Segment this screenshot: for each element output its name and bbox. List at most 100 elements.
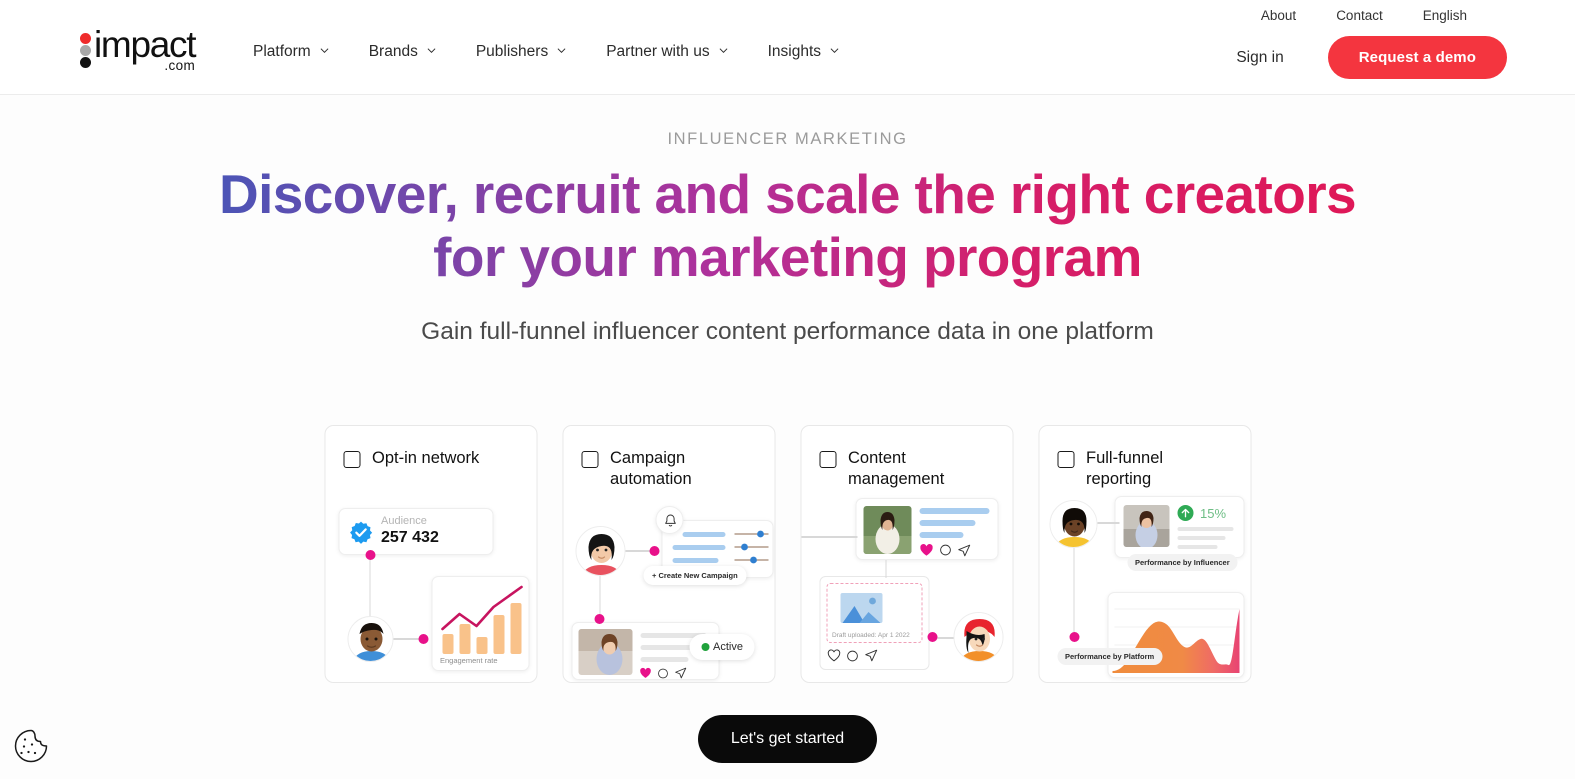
nav-item-brands[interactable]: Brands	[369, 43, 436, 61]
nav-item-partner-with-us[interactable]: Partner with us	[606, 43, 728, 61]
feature-card-opt-in-network[interactable]: Opt-in network Audience 257 432 Engageme…	[324, 425, 537, 683]
heart-icon[interactable]	[639, 667, 651, 679]
logo-dot-black	[80, 57, 91, 68]
placeholder-bar	[1177, 527, 1233, 531]
header-actions: Sign in Request a demo	[1236, 36, 1507, 79]
performance-area-chart	[1112, 608, 1239, 673]
card-checkbox[interactable]	[581, 451, 598, 468]
placeholder-bar	[672, 545, 725, 550]
audience-label: Audience	[381, 515, 427, 527]
social-actions	[919, 543, 970, 557]
logo-text-group: impact .com	[94, 26, 196, 73]
card-title: Full-funnel reporting	[1086, 449, 1164, 489]
card-checkbox[interactable]	[1057, 451, 1074, 468]
card-header: Full-funnel reporting	[1039, 426, 1250, 491]
metric-value: 15%	[1200, 505, 1227, 521]
hero-headline: Discover, recruit and scale the right cr…	[188, 163, 1388, 288]
card-checkbox[interactable]	[343, 451, 360, 468]
utility-link-about[interactable]: About	[1261, 8, 1296, 23]
comment-icon[interactable]	[657, 668, 668, 679]
hero-eyebrow: INFLUENCER MARKETING	[667, 130, 908, 148]
request-demo-button[interactable]: Request a demo	[1327, 36, 1507, 79]
chevron-down-icon	[320, 46, 329, 55]
draft-dashed-frame: Draft uploaded: Apr 1 2022	[826, 583, 922, 643]
avatar-creator	[1049, 500, 1097, 548]
feature-card-campaign-automation[interactable]: Campaign automation + Create New Campaig…	[562, 425, 775, 683]
feature-card-full-funnel-reporting[interactable]: Full-funnel reporting 15% Performance by…	[1038, 425, 1251, 683]
published-post-card	[855, 498, 998, 560]
nav-item-label: Brands	[368, 43, 418, 60]
utility-nav: About Contact English	[1261, 0, 1575, 30]
post-thumbnail	[578, 629, 632, 675]
card-header: Content management	[801, 426, 1012, 491]
engagement-rate-chart-card: Engagement rate	[431, 576, 529, 671]
language-selector[interactable]: English	[1423, 8, 1467, 23]
send-icon[interactable]	[674, 667, 686, 679]
placeholder-bar	[682, 532, 725, 537]
placeholder-bar	[1177, 536, 1225, 540]
impact-logo[interactable]: impact .com	[80, 26, 196, 73]
performance-by-influencer-label: Performance by Influencer	[1127, 554, 1238, 571]
sign-in-link[interactable]: Sign in	[1236, 49, 1283, 67]
arrow-up-badge-icon	[1177, 505, 1193, 521]
performance-by-platform-label: Performance by Platform	[1057, 648, 1163, 665]
cookie-icon	[14, 729, 48, 763]
send-icon[interactable]	[864, 649, 877, 662]
send-icon[interactable]	[957, 544, 970, 557]
nav-item-label: Platform	[253, 43, 311, 60]
lets-get-started-button[interactable]: Let's get started	[697, 715, 878, 763]
performance-by-platform-chart-card	[1107, 592, 1244, 678]
node-dot	[594, 614, 604, 624]
card-header: Campaign automation	[563, 426, 774, 491]
node-dot	[649, 546, 659, 556]
cookie-consent-button[interactable]	[12, 727, 50, 765]
image-placeholder-icon	[840, 593, 882, 623]
comment-icon[interactable]	[846, 650, 858, 662]
nav-item-label: Publishers	[475, 43, 549, 60]
nav-item-label: Insights	[767, 43, 822, 60]
placeholder-bar	[672, 558, 718, 563]
logo-dots	[80, 33, 91, 68]
status-badge-active: Active	[689, 634, 755, 660]
card-checkbox[interactable]	[819, 451, 836, 468]
draft-post-card: Draft uploaded: Apr 1 2022	[819, 576, 929, 670]
connector-line	[885, 560, 887, 578]
post-thumbnail	[863, 506, 911, 554]
cta-section: Let's get started	[0, 715, 1575, 763]
chevron-down-icon	[427, 46, 436, 55]
nav-item-insights[interactable]: Insights	[768, 43, 839, 61]
card-illustration-campaign-automation: + Create New Campaign Active	[563, 488, 774, 682]
heart-icon[interactable]	[827, 649, 840, 662]
audience-stat-card: Audience 257 432	[338, 508, 493, 555]
site-header: About Contact English impact .com Platfo…	[0, 0, 1575, 95]
draft-uploaded-label: Draft uploaded: Apr 1 2022	[832, 632, 910, 639]
avatar-creator	[953, 612, 1003, 662]
status-badge-label: Active	[713, 641, 743, 653]
avatar-creator	[347, 616, 393, 662]
placeholder-bar	[919, 508, 989, 514]
connector-line	[625, 550, 651, 552]
heart-icon[interactable]	[919, 543, 933, 557]
chevron-down-icon	[719, 46, 728, 55]
performance-by-influencer-card: 15%	[1114, 496, 1244, 558]
card-illustration-full-funnel-reporting: 15% Performance by Influencer Performanc…	[1039, 488, 1250, 682]
comment-icon[interactable]	[939, 544, 951, 556]
create-new-campaign-button[interactable]: + Create New Campaign	[643, 566, 747, 585]
placeholder-bar	[919, 532, 963, 538]
nav-item-publishers[interactable]: Publishers	[476, 43, 566, 61]
logo-dot-red	[80, 33, 91, 44]
placeholder-bar	[1177, 545, 1217, 549]
node-dot	[365, 550, 375, 560]
chevron-down-icon	[557, 46, 566, 55]
audience-value: 257 432	[381, 529, 439, 546]
social-actions	[639, 667, 686, 679]
connector-line	[369, 558, 371, 618]
avatar-creator	[575, 526, 625, 576]
connector-line	[801, 536, 857, 538]
feature-card-content-management[interactable]: Content management Draft uploaded: Apr 1…	[800, 425, 1013, 683]
node-dot	[1069, 632, 1079, 642]
utility-link-contact[interactable]: Contact	[1336, 8, 1383, 23]
notification-bell-badge	[655, 506, 683, 534]
nav-item-platform[interactable]: Platform	[253, 43, 329, 61]
connector-line	[393, 638, 421, 640]
